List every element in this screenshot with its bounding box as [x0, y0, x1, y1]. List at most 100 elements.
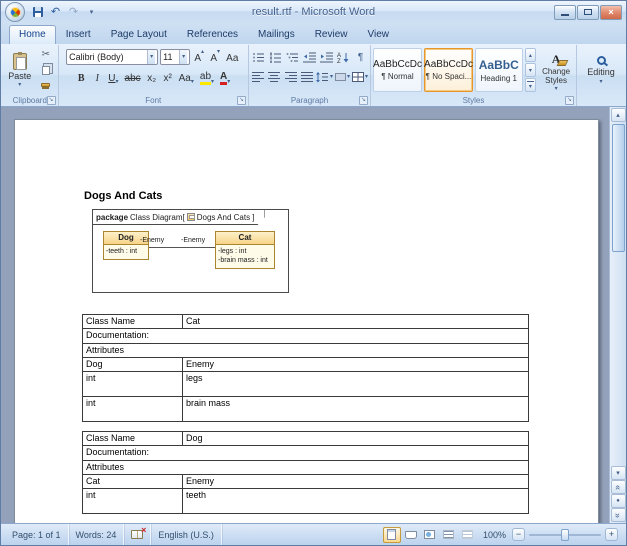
style-heading-1[interactable]: AaBbC Heading 1 — [475, 48, 523, 92]
table-cell[interactable]: teeth — [183, 489, 529, 514]
grow-font-button[interactable]: A▴ — [192, 49, 206, 65]
office-button[interactable] — [5, 2, 25, 22]
print-layout-view-button[interactable] — [383, 527, 401, 543]
align-right-button[interactable] — [283, 69, 297, 85]
font-dialog-launcher[interactable]: ↘ — [237, 96, 246, 105]
style-normal[interactable]: AaBbCcDc ¶ Normal — [373, 48, 422, 92]
table-cell[interactable]: Documentation: — [83, 446, 529, 460]
zoom-in-button[interactable]: + — [605, 528, 618, 541]
decrease-indent-button[interactable] — [302, 49, 317, 65]
borders-button[interactable]: ▾ — [352, 69, 368, 85]
format-painter-button[interactable] — [37, 78, 55, 92]
clear-formatting-button[interactable]: Aa — [224, 49, 240, 65]
font-color-button[interactable]: A▾ — [218, 69, 232, 85]
uml-package-frame[interactable]: package Class Diagram[ Dogs And Cats ] D… — [92, 209, 289, 293]
table-cell[interactable]: Documentation: — [83, 329, 529, 343]
tab-view[interactable]: View — [358, 25, 400, 44]
font-name-combobox[interactable]: Calibri (Body)▾ — [66, 49, 158, 65]
full-screen-reading-view-button[interactable] — [402, 527, 420, 543]
bullets-button[interactable] — [251, 49, 266, 65]
tab-mailings[interactable]: Mailings — [248, 25, 305, 44]
increase-indent-button[interactable] — [319, 49, 334, 65]
next-page-button[interactable]: » — [611, 508, 626, 522]
page-indicator[interactable]: Page: 1 of 1 — [5, 524, 69, 545]
font-size-combobox[interactable]: 11▾ — [160, 49, 190, 65]
table-cell[interactable]: Cat — [183, 315, 529, 329]
change-case-button[interactable]: Aa▾ — [177, 69, 196, 85]
save-button[interactable] — [29, 4, 46, 20]
paragraph-dialog-launcher[interactable]: ↘ — [359, 96, 368, 105]
align-left-button[interactable] — [251, 69, 265, 85]
styles-scroll-down-button[interactable]: ▾ — [525, 63, 537, 77]
tab-page-layout[interactable]: Page Layout — [101, 25, 177, 44]
web-layout-view-button[interactable] — [421, 527, 439, 543]
select-browse-object-button[interactable]: ● — [611, 494, 626, 508]
vertical-scrollbar[interactable]: ▴ ▾ » ● » — [609, 107, 626, 523]
show-hide-pilcrow-button[interactable]: ¶ — [353, 49, 368, 65]
draft-view-button[interactable] — [459, 527, 477, 543]
superscript-button[interactable]: x² — [161, 69, 175, 85]
multilevel-list-button[interactable] — [285, 49, 300, 65]
strikethrough-button[interactable]: abc — [123, 69, 143, 85]
scrollbar-thumb[interactable] — [612, 124, 625, 252]
line-spacing-button[interactable]: ▾ — [316, 69, 333, 85]
minimize-button[interactable] — [554, 5, 576, 20]
paste-button[interactable]: Paste ▾ — [5, 47, 35, 93]
shrink-font-button[interactable]: A▾ — [208, 49, 222, 65]
table-cell[interactable]: int — [83, 372, 183, 397]
scroll-down-button[interactable]: ▾ — [611, 466, 626, 480]
word-count[interactable]: Words: 24 — [69, 524, 125, 545]
text-highlight-button[interactable]: ab▾ — [198, 69, 216, 85]
italic-button[interactable]: I — [90, 69, 104, 85]
tab-references[interactable]: References — [177, 25, 248, 44]
change-styles-button[interactable]: A Change Styles ▾ — [538, 48, 574, 96]
sort-button[interactable]: AZ — [336, 49, 351, 65]
table-cell[interactable]: Enemy — [183, 474, 529, 488]
table-cell[interactable]: Enemy — [183, 357, 529, 371]
maximize-button[interactable] — [577, 5, 599, 20]
table-cell[interactable]: Attributes — [83, 343, 529, 357]
table-cell[interactable]: brain mass — [183, 397, 529, 422]
subscript-button[interactable]: x₂ — [145, 69, 159, 85]
editing-menu-button[interactable]: Editing ▾ — [579, 47, 623, 93]
qat-customize-button[interactable]: ▾ — [83, 4, 100, 20]
table-cell[interactable]: int — [83, 489, 183, 514]
numbering-button[interactable] — [268, 49, 283, 65]
zoom-level[interactable]: 100% — [477, 530, 512, 540]
styles-scroll-up-button[interactable]: ▴ — [525, 48, 537, 62]
style-no-spacing[interactable]: AaBbCcDc ¶ No Spaci... — [424, 48, 473, 92]
previous-page-button[interactable]: » — [611, 480, 626, 494]
styles-dialog-launcher[interactable]: ↘ — [565, 96, 574, 105]
table-cell[interactable]: Class Name — [83, 315, 183, 329]
language-indicator[interactable]: English (U.S.) — [151, 524, 222, 545]
page[interactable]: Dogs And Cats package Class Diagram[ Dog… — [14, 119, 599, 523]
proofing-status[interactable] — [124, 524, 151, 545]
cut-button[interactable]: ✂ — [37, 48, 55, 62]
underline-button[interactable]: U▾ — [106, 69, 120, 85]
scroll-up-button[interactable]: ▴ — [611, 108, 626, 122]
justify-button[interactable] — [300, 69, 314, 85]
table-cell[interactable]: Class Name — [83, 432, 183, 446]
zoom-thumb[interactable] — [561, 529, 569, 541]
styles-gallery-more-button[interactable]: ▾ — [525, 78, 537, 92]
table-cell[interactable]: Dog — [83, 357, 183, 371]
bold-button[interactable]: B — [74, 69, 88, 85]
table-cell[interactable]: int — [83, 397, 183, 422]
shading-button[interactable]: ▾ — [335, 69, 350, 85]
clipboard-dialog-launcher[interactable]: ↘ — [47, 96, 56, 105]
close-button[interactable]: × — [600, 5, 622, 20]
undo-button[interactable]: ↶ — [47, 4, 64, 20]
tab-home[interactable]: Home — [9, 25, 56, 44]
zoom-out-button[interactable]: − — [512, 528, 525, 541]
zoom-track[interactable] — [529, 534, 601, 536]
tab-review[interactable]: Review — [305, 25, 358, 44]
table-cell[interactable]: Cat — [83, 474, 183, 488]
align-center-button[interactable] — [267, 69, 281, 85]
table-cell[interactable]: legs — [183, 372, 529, 397]
redo-button[interactable]: ↷ — [65, 4, 82, 20]
uml-class-cat[interactable]: Cat -legs : int -brain mass : int — [215, 231, 275, 269]
outline-view-button[interactable] — [440, 527, 458, 543]
table-cell[interactable]: Dog — [183, 432, 529, 446]
tab-insert[interactable]: Insert — [56, 25, 101, 44]
table-cell[interactable]: Attributes — [83, 460, 529, 474]
